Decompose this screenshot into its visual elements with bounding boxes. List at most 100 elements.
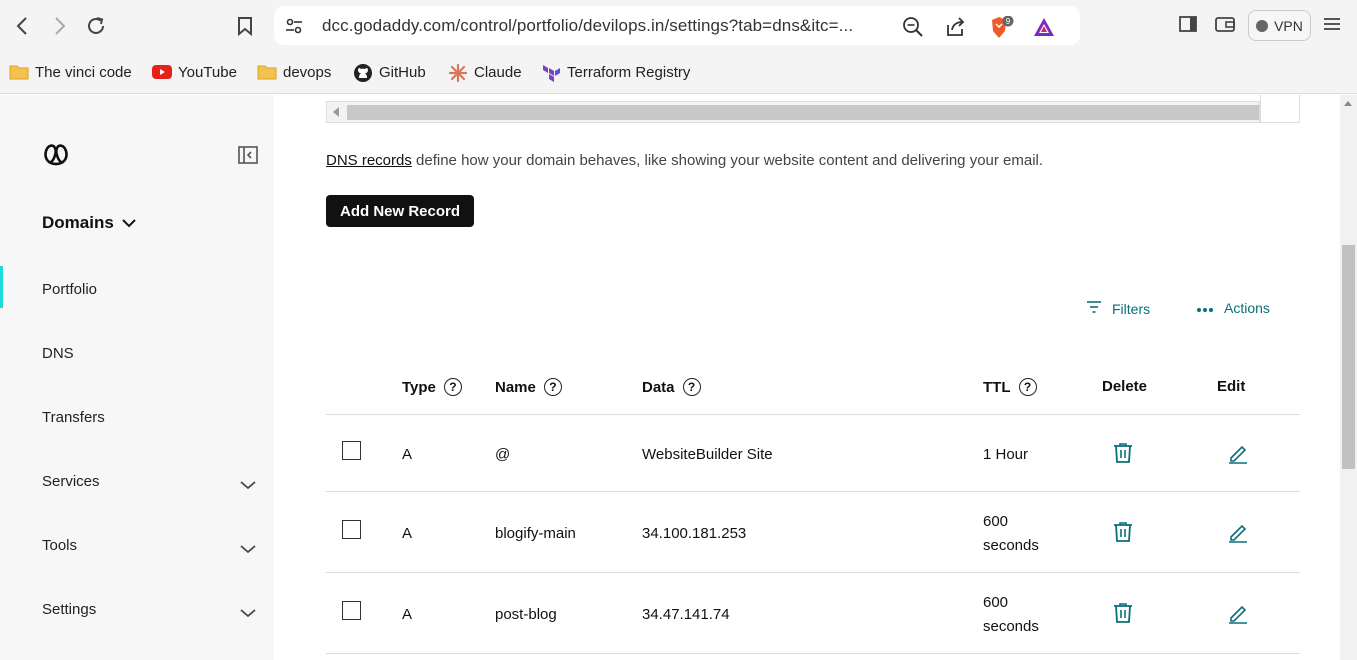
record-data: 34.100.181.253 — [642, 525, 747, 542]
chevron-down-icon[interactable] — [240, 541, 256, 554]
back-icon[interactable] — [10, 12, 34, 40]
brave-shield-icon[interactable]: 9 — [988, 15, 1014, 38]
sidebar-item-services[interactable]: Services — [42, 473, 100, 490]
sidebar-toggle-icon[interactable] — [1178, 14, 1200, 36]
vertical-scrollbar[interactable] — [1340, 95, 1357, 660]
collapse-sidebar-icon[interactable] — [238, 146, 258, 164]
scrollbar-thumb[interactable] — [1342, 245, 1355, 469]
chevron-down-icon[interactable] — [240, 477, 256, 490]
record-ttl-unit: seconds — [983, 537, 1039, 554]
reload-icon[interactable] — [84, 12, 108, 40]
record-name: @ — [495, 446, 511, 463]
bookmark-github[interactable]: GitHub — [353, 60, 426, 84]
scroll-left-icon[interactable] — [333, 107, 339, 117]
github-icon — [353, 63, 373, 82]
help-icon[interactable]: ? — [1018, 378, 1037, 396]
chevron-down-icon[interactable] — [240, 605, 256, 618]
row-checkbox[interactable] — [342, 441, 361, 460]
column-header-name[interactable]: Name ? — [495, 378, 562, 396]
vpn-status-icon — [1256, 19, 1269, 32]
bookmark-the-vinci-code[interactable]: The vinci code — [9, 60, 132, 84]
address-bar[interactable]: dcc.godaddy.com/control/portfolio/devilo… — [274, 6, 1080, 45]
zoom-icon[interactable] — [902, 16, 924, 37]
divider — [326, 414, 1300, 415]
help-icon[interactable]: ? — [543, 378, 562, 396]
godaddy-logo-icon[interactable] — [42, 140, 70, 168]
terraform-icon — [541, 63, 561, 82]
sidebar-item-tools[interactable]: Tools — [42, 537, 77, 554]
table-corner — [1260, 95, 1300, 123]
folder-icon — [257, 63, 277, 81]
record-ttl: 600 — [983, 594, 1009, 611]
record-ttl: 600 — [983, 513, 1009, 530]
filters-label: Filters — [1112, 300, 1151, 317]
column-header-data[interactable]: Data ? — [642, 378, 701, 396]
bookmark-claude[interactable]: Claude — [448, 60, 522, 84]
folder-icon — [9, 63, 29, 81]
edit-pencil-icon[interactable] — [1227, 602, 1249, 624]
dns-records-link[interactable]: DNS records — [326, 152, 412, 169]
column-header-label: Delete — [1102, 378, 1148, 395]
wallet-icon[interactable] — [1214, 14, 1236, 36]
filters-button[interactable]: Filters — [1086, 300, 1150, 317]
divider — [326, 572, 1300, 573]
record-ttl: 1 Hour — [983, 446, 1029, 463]
sidebar-item-transfers[interactable]: Transfers — [42, 409, 105, 426]
bookmark-label: The vinci code — [35, 63, 132, 81]
record-data: 34.47.141.74 — [642, 606, 730, 623]
description-text: define how your domain behaves, like sho… — [411, 152, 1044, 169]
youtube-icon — [152, 63, 172, 81]
bookmark-terraform-registry[interactable]: Terraform Registry — [541, 60, 690, 84]
bookmark-devops[interactable]: devops — [257, 60, 331, 84]
row-checkbox[interactable] — [342, 520, 361, 539]
claude-icon — [448, 63, 468, 83]
bookmark-label: Terraform Registry — [567, 63, 691, 81]
site-settings-icon[interactable] — [284, 16, 306, 36]
add-new-record-button[interactable]: Add New Record — [326, 195, 475, 227]
sidebar-item-portfolio[interactable]: Portfolio — [42, 281, 97, 298]
actions-label: Actions — [1224, 300, 1270, 316]
row-checkbox[interactable] — [342, 601, 361, 620]
bookmark-icon[interactable] — [233, 12, 257, 40]
column-header-label: Edit — [1217, 378, 1246, 395]
trash-icon[interactable] — [1112, 521, 1134, 543]
url-text[interactable]: dcc.godaddy.com/control/portfolio/devilo… — [322, 16, 853, 36]
column-header-edit: Edit — [1217, 378, 1245, 395]
help-icon[interactable]: ? — [682, 378, 701, 396]
column-header-label: Data — [642, 378, 675, 396]
menu-icon[interactable] — [1322, 14, 1344, 36]
active-indicator — [0, 266, 3, 308]
column-header-type[interactable]: Type ? — [402, 378, 462, 396]
brave-rewards-icon[interactable] — [1032, 16, 1056, 36]
dns-description: DNS records define how your domain behav… — [326, 152, 1043, 169]
divider — [326, 491, 1300, 492]
actions-button[interactable]: Actions — [1196, 300, 1270, 316]
forward-icon[interactable] — [48, 12, 72, 40]
edit-pencil-icon[interactable] — [1227, 521, 1249, 543]
bookmark-label: devops — [283, 63, 332, 81]
record-type: A — [402, 606, 413, 623]
scrollbar-thumb[interactable] — [347, 105, 1259, 120]
trash-icon[interactable] — [1112, 442, 1134, 464]
edit-pencil-icon[interactable] — [1227, 442, 1249, 464]
share-icon[interactable] — [944, 16, 966, 36]
main-content: DNS records define how your domain behav… — [274, 95, 1340, 660]
sidebar: Domains Portfolio DNS Transfers Services… — [0, 95, 274, 660]
bookmark-youtube[interactable]: YouTube — [152, 60, 237, 84]
horizontal-scrollbar[interactable] — [326, 101, 1260, 123]
column-header-label: Type — [402, 378, 436, 396]
help-icon[interactable]: ? — [443, 378, 462, 396]
scroll-up-icon[interactable] — [1344, 101, 1352, 106]
record-name: blogify-main — [495, 525, 576, 542]
record-data: WebsiteBuilder Site — [642, 446, 773, 463]
bookmark-label: GitHub — [379, 63, 426, 81]
trash-icon[interactable] — [1112, 602, 1134, 624]
vpn-button[interactable]: VPN — [1248, 10, 1311, 41]
sidebar-item-dns[interactable]: DNS — [42, 345, 74, 362]
column-header-ttl[interactable]: TTL ? — [983, 378, 1037, 396]
column-header-label: TTL — [983, 378, 1011, 396]
sidebar-item-settings[interactable]: Settings — [42, 601, 96, 618]
column-header-label: Name — [495, 378, 536, 396]
domains-menu[interactable]: Domains — [42, 213, 136, 233]
column-header-delete: Delete — [1102, 378, 1147, 395]
